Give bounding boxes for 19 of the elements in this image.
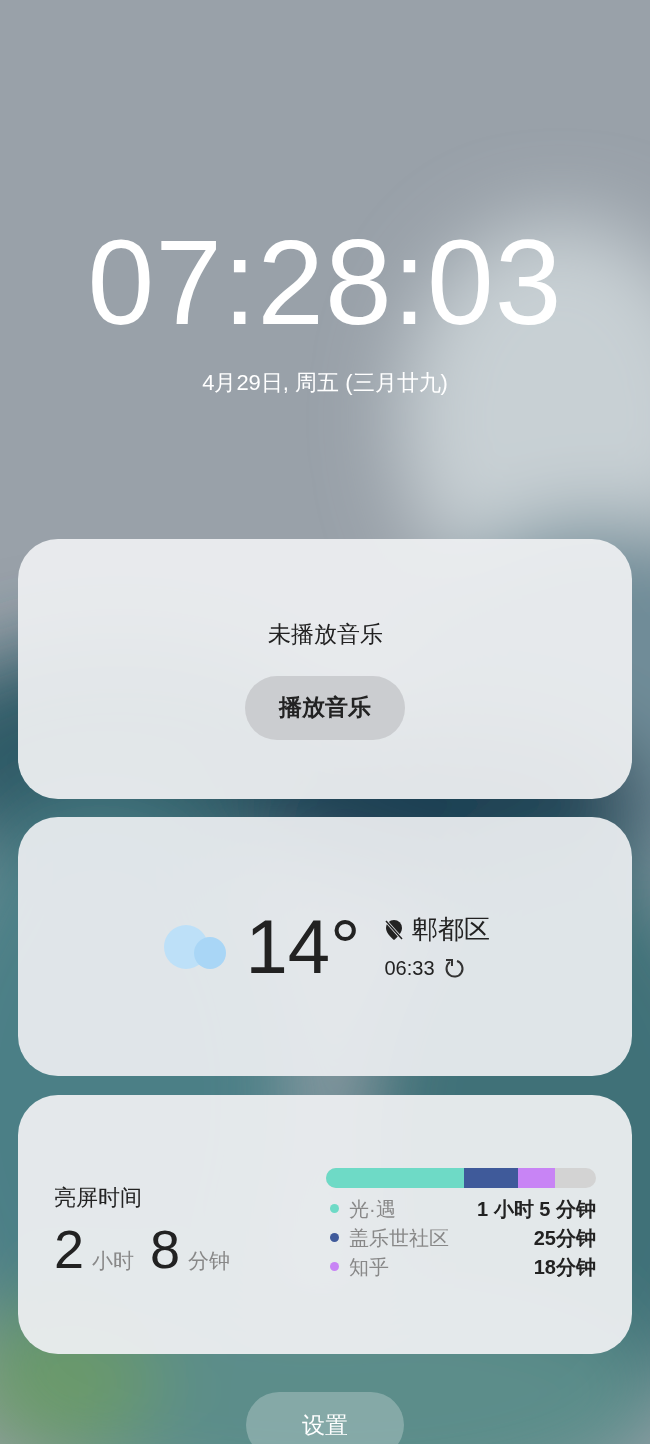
- play-music-button[interactable]: 播放音乐: [245, 675, 405, 740]
- minutes-value: 8: [150, 1222, 181, 1276]
- clock-time: 07:28:03: [87, 222, 563, 342]
- update-time: 06:33: [384, 956, 435, 981]
- app-duration: 25分钟: [533, 1225, 596, 1251]
- hours-value: 2: [54, 1222, 85, 1276]
- music-status: 未播放音乐: [267, 620, 383, 649]
- app-name: 知乎: [349, 1254, 389, 1280]
- app-name: 盖乐世社区: [349, 1225, 449, 1251]
- temperature: 14°: [245, 908, 361, 985]
- hours-unit: 小时: [92, 1247, 135, 1274]
- app-duration: 18分钟: [533, 1254, 596, 1280]
- app-name: 光·遇: [349, 1196, 396, 1222]
- screen-time-title: 亮屏时间: [54, 1184, 143, 1212]
- app-duration: 1 小时 5 分钟: [477, 1196, 596, 1222]
- minutes-unit: 分钟: [188, 1247, 231, 1274]
- clock-date: 4月29日, 周五 (三月廿九): [202, 369, 448, 397]
- location-off-icon: [384, 918, 405, 941]
- location-name: 郫都区: [412, 913, 491, 946]
